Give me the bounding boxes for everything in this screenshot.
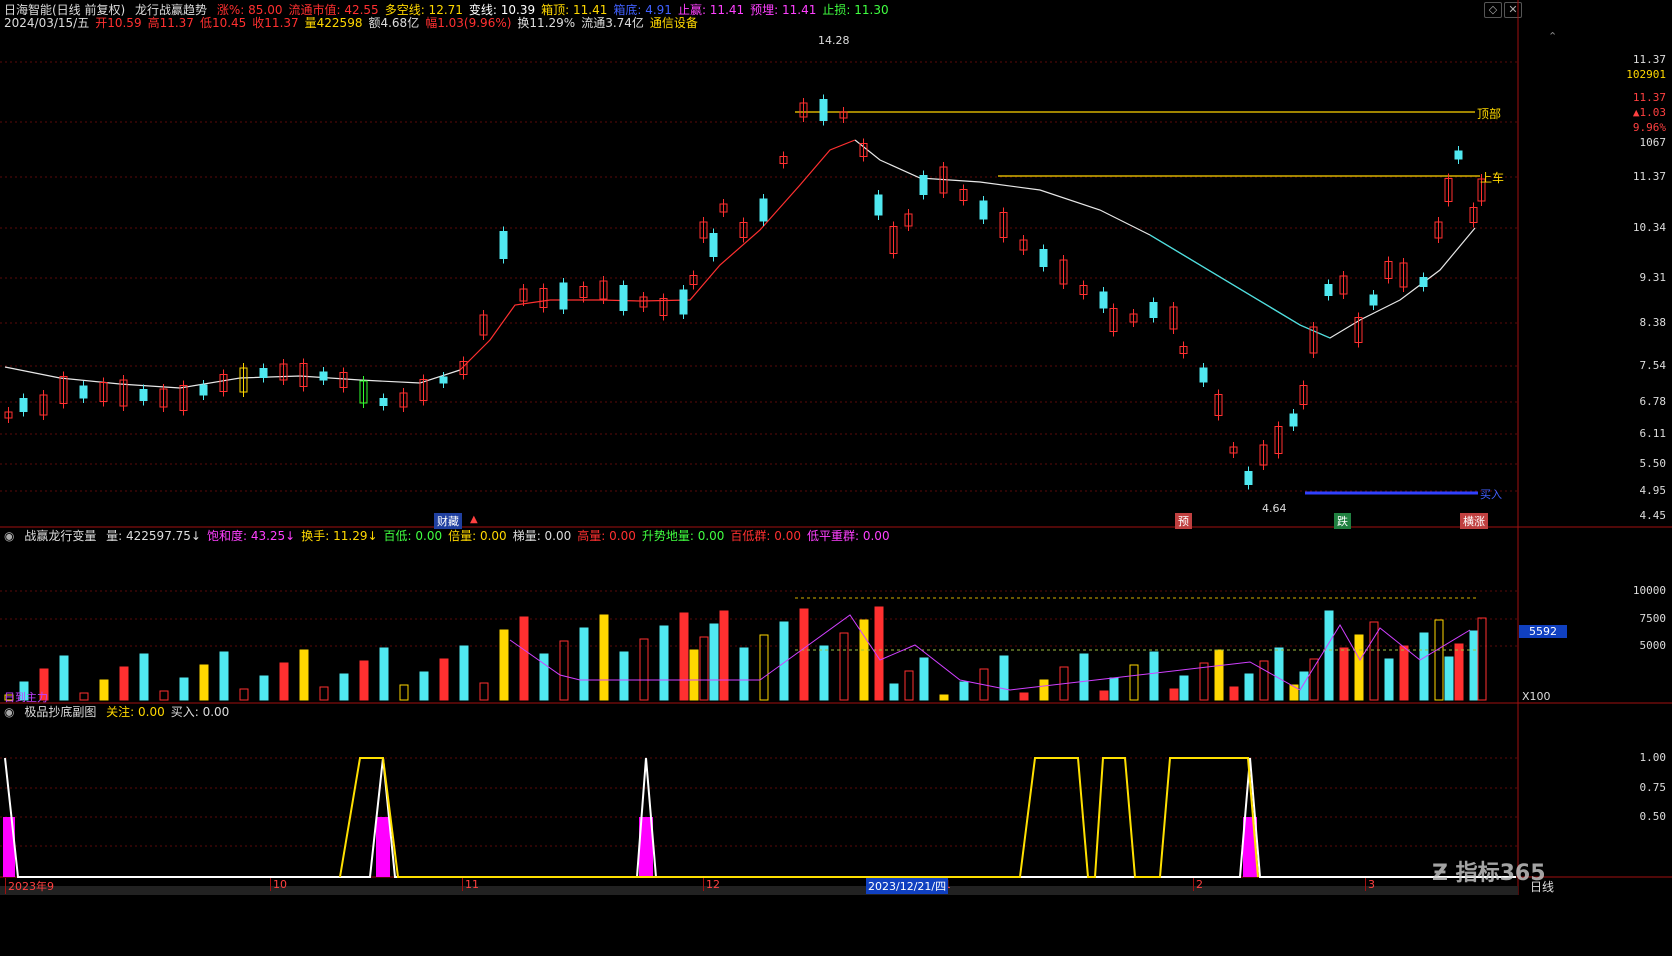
tag-hengzhang: 横涨 <box>1460 513 1488 529</box>
bottom-field-1: 买入: 0.00 <box>170 705 230 719</box>
price-tick-8: 9.31 <box>1639 271 1667 284</box>
bottom-panel-icon[interactable]: ◉ <box>4 705 14 719</box>
price-tick-4: 9.96% <box>1632 121 1666 134</box>
vol-left-label: 日到主力 <box>4 691 48 704</box>
vol-field-6: 高量: 0.00 <box>577 529 636 543</box>
vol-unit-label: X100 <box>1522 690 1551 703</box>
vol-field-0: 量: 422597.75↓ <box>106 529 201 543</box>
vol-field-8: 百低群: 0.00 <box>730 529 801 543</box>
grid-lines <box>0 61 1518 847</box>
time-tick-5: 2 <box>1193 878 1203 891</box>
vol-field-3: 百低: 0.00 <box>383 529 443 543</box>
low-price-label: 4.64 <box>1262 502 1287 515</box>
car-label: 上车 <box>1480 171 1505 185</box>
bottom-header: ◉ 极品抄底副图 关注: 0.00 买入: 0.00 <box>4 704 241 720</box>
price-tick-14: 4.95 <box>1639 484 1667 497</box>
high-price-label: 14.28 <box>818 34 850 47</box>
vol-field-1: 饱和度: 43.25↓ <box>206 529 296 543</box>
price-tick-3: ▲1.03 <box>1632 106 1666 119</box>
main-chart[interactable] <box>0 0 1672 956</box>
tag-die: 跌 <box>1334 513 1351 529</box>
vol-panel-icon[interactable]: ◉ <box>4 529 14 543</box>
bottom-tick-0: 1.00 <box>1639 751 1667 764</box>
price-tick-9: 8.38 <box>1639 316 1667 329</box>
buy-label: 买入 <box>1480 488 1502 501</box>
price-tick-0: 11.37 <box>1632 53 1666 66</box>
bottom-magenta-fills <box>3 817 1257 877</box>
time-tick-1: 10 <box>270 878 287 891</box>
vol-header: ◉ 战赢龙行变量 量: 422597.75↓ 饱和度: 43.25↓ 换手: 11.… <box>4 528 902 544</box>
tag-yu: 预 <box>1175 513 1192 529</box>
vol-panel-title[interactable]: 战赢龙行变量 <box>24 529 96 543</box>
price-tick-13: 5.50 <box>1639 457 1667 470</box>
scrollbar-thumb <box>0 886 1518 895</box>
vol-field-9: 低平重群: 0.00 <box>807 529 890 543</box>
time-cursor-label: 2023/12/21/四 <box>866 878 949 894</box>
watermark-text: 指标365 <box>1455 861 1546 886</box>
bottom-field-0: 关注: 0.00 <box>106 705 165 719</box>
time-tick-3: 12 <box>703 878 720 891</box>
price-tick-1: 102901 <box>1626 68 1666 81</box>
time-tick-2: 11 <box>462 878 479 891</box>
time-tick-0: 2023年9 <box>5 878 54 894</box>
vol-tick-2: 5000 <box>1639 639 1667 652</box>
top-label: 顶部 <box>1477 107 1502 121</box>
price-tick-10: 7.54 <box>1639 359 1667 372</box>
bottom-panel-title[interactable]: 极品抄底副图 <box>24 705 96 719</box>
price-tick-15: 4.45 <box>1639 509 1667 522</box>
trend-line-white-2 <box>854 139 1476 339</box>
watermark-logo: Ƶ 指标365 <box>1432 855 1546 887</box>
trend-line-white <box>4 366 461 389</box>
vol-field-5: 梯量: 0.00 <box>512 529 572 543</box>
price-tick-7: 10.34 <box>1632 221 1666 234</box>
price-tick-6: 11.37 <box>1632 170 1666 183</box>
price-tick-2: 11.37 <box>1632 91 1666 104</box>
vol-tick-1: 7500 <box>1639 612 1667 625</box>
price-tick-5: 1067 <box>1639 136 1667 149</box>
bottom-tick-2: 0.50 <box>1639 810 1667 823</box>
time-tick-6: 3 <box>1365 878 1375 891</box>
candlesticks <box>4 94 1486 490</box>
volume-bars <box>4 606 1487 701</box>
price-tick-11: 6.78 <box>1639 395 1667 408</box>
caret-up-icon: ▲ <box>470 514 478 525</box>
tag-caizang: 财藏 <box>434 513 462 529</box>
vol-field-2: 换手: 11.29↓ <box>301 529 378 543</box>
panel-borders <box>0 0 1672 895</box>
bottom-tick-1: 0.75 <box>1639 781 1667 794</box>
vol-tick-0: 10000 <box>1632 584 1666 597</box>
vol-field-4: 倍量: 0.00 <box>448 529 507 543</box>
price-tick-12: 6.11 <box>1639 427 1667 440</box>
vol-current-badge: 5592 <box>1519 625 1567 638</box>
vol-field-7: 升势地量: 0.00 <box>641 529 725 543</box>
logo-icon: Ƶ <box>1432 861 1448 886</box>
trend-line-red <box>459 139 856 371</box>
